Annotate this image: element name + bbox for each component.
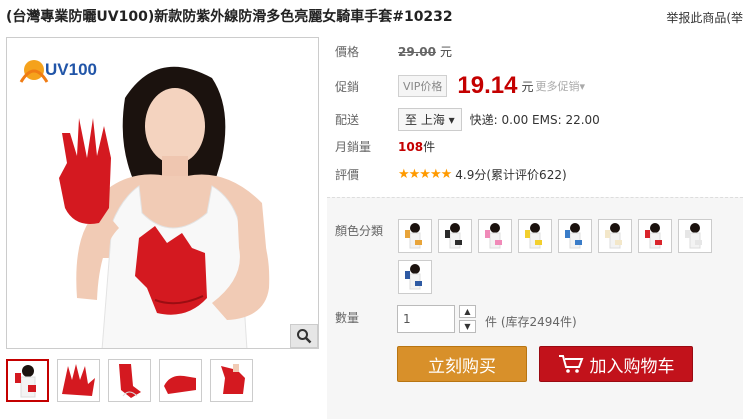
thumbnail-3[interactable] [108,359,151,402]
shipping-label: 配送 [335,113,360,127]
uv100-logo: UV100 [19,60,97,83]
cart-icon [558,355,583,373]
rating-score: 4.9分 [455,168,487,182]
monthly-sales-row: 月銷量 108 件 [335,138,435,155]
more-promo-link[interactable]: 更多促销▾ [535,78,585,94]
shipping-fee: 快递: 0.00 EMS: 22.00 [469,113,600,127]
sales-unit: 件 [423,140,436,154]
color-row: 顏色分類 [335,222,398,239]
report-product-link[interactable]: 举报此商品(举 [666,9,743,26]
qty-label: 數量 [335,311,360,325]
color-swatch-2[interactable] [438,219,472,253]
monthly-sales-label: 月銷量 [335,140,372,154]
qty-row: 數量 [335,309,398,326]
shipping-row: 配送 至 上海 ▾ 快递: 0.00 EMS: 22.00 [335,108,600,131]
rating-label: 評價 [335,168,360,182]
zoom-button[interactable] [290,324,318,348]
qty-decrease-button[interactable]: ▼ [459,320,476,333]
chevron-up-icon: ▲ [464,307,471,316]
price-row: 價格 29.00 元 [335,43,452,60]
promo-price: 19.14 [457,72,518,99]
destination-select[interactable]: 至 上海 ▾ [398,108,462,131]
magnifier-icon [297,329,312,344]
add-to-cart-button[interactable]: 加入购物车 [539,346,693,382]
thumbnail-2[interactable] [57,359,100,402]
color-label: 顏色分類 [335,224,384,238]
currency-label: 元 [439,45,452,59]
main-product-image[interactable]: UV100 [6,37,319,349]
original-price: 29.00 [398,44,436,59]
color-swatch-4[interactable] [518,219,552,253]
promo-label: 促銷 [335,79,360,94]
review-count-link[interactable]: (累计评价622) [486,166,566,183]
color-swatch-1[interactable] [398,219,432,253]
vip-price-badge[interactable]: VIP价格 [398,75,448,97]
thumbnail-1[interactable] [6,359,49,402]
color-swatch-list [398,219,718,294]
thumbnail-5[interactable] [210,359,253,402]
product-title: (台灣專業防曬UV100)新款防紫外線防滑多色亮麗女騎車手套#10232 [6,9,453,25]
stock-text: 件 (库存2494件) [485,315,577,329]
color-swatch-3[interactable] [478,219,512,253]
promo-row: 促銷 VIP价格 19.14 元 更多促销▾ [335,72,585,100]
color-swatch-8[interactable] [678,219,712,253]
thumbnail-4[interactable] [159,359,202,402]
logo-text: UV100 [45,60,97,79]
color-swatch-7[interactable] [638,219,672,253]
price-label: 價格 [335,45,360,59]
promo-currency: 元 [521,79,534,94]
chevron-down-icon: ▼ [464,322,471,331]
color-swatch-5[interactable] [558,219,592,253]
monthly-sales-count: 108 [398,139,424,154]
qty-increase-button[interactable]: ▲ [459,305,476,318]
buy-now-button[interactable]: 立刻购买 [397,346,527,382]
thumbnail-strip [6,359,253,402]
add-to-cart-label: 加入购物车 [589,356,675,377]
quantity-input[interactable]: 1 [397,305,455,333]
color-swatch-6[interactable] [598,219,632,253]
color-swatch-9[interactable] [398,260,432,294]
rating-row: 評價 ★★★★★ 4.9分 (累计评价622) [335,166,567,183]
buy-now-label: 立刻购买 [428,356,496,377]
rating-stars-icon: ★★★★★ [398,167,452,182]
